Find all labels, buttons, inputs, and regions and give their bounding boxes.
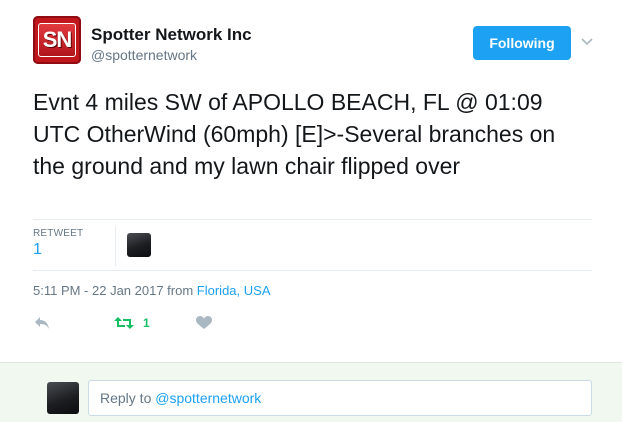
current-user-avatar[interactable]	[47, 382, 79, 414]
reply-bar: Reply to @spotternetwork	[0, 362, 622, 422]
author-avatar[interactable]: SN	[33, 16, 81, 64]
heart-icon	[196, 316, 212, 329]
divider	[33, 270, 592, 271]
reply-prefix: Reply to	[100, 390, 152, 406]
retweet-stat-count[interactable]: 1	[33, 241, 42, 259]
retweeter-avatar[interactable]	[127, 233, 151, 257]
retweet-icon	[114, 317, 134, 329]
retweet-action[interactable]: 1	[114, 313, 150, 333]
tweet-text: Evnt 4 miles SW of APOLLO BEACH, FL @ 01…	[33, 89, 556, 179]
divider	[33, 219, 592, 220]
reply-icon	[35, 317, 49, 329]
location-link[interactable]: Florida, USA	[197, 283, 271, 298]
stat-separator	[115, 226, 116, 266]
reply-input[interactable]: Reply to @spotternetwork	[88, 380, 592, 416]
tweet-timestamp: 5:11 PM - 22 Jan 2017 from Florida, USA	[33, 283, 271, 298]
like-action[interactable]	[196, 313, 212, 333]
author-name[interactable]: Spotter Network Inc	[91, 25, 252, 45]
timestamp-text: 5:11 PM - 22 Jan 2017 from	[33, 283, 197, 298]
retweet-stat-label: RETWEET	[33, 228, 84, 239]
reply-action[interactable]	[34, 313, 50, 333]
avatar-logo-text: SN	[37, 23, 77, 57]
chevron-down-icon[interactable]	[580, 35, 594, 49]
reply-mention: @spotternetwork	[155, 390, 262, 406]
following-button[interactable]: Following	[473, 26, 571, 60]
tweet-card: SN Spotter Network Inc @spotternetwork F…	[0, 0, 622, 362]
author-handle[interactable]: @spotternetwork	[91, 47, 197, 63]
retweet-count: 1	[143, 316, 150, 330]
